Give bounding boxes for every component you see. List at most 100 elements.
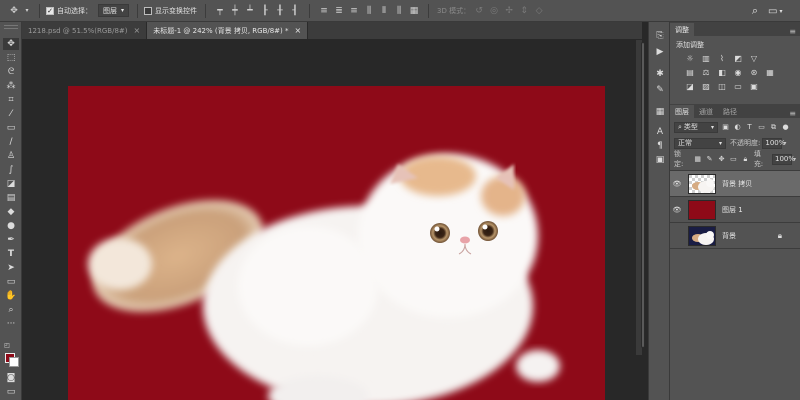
tab-channels[interactable]: 通道 xyxy=(694,105,718,118)
selective-color-icon[interactable]: ▣ xyxy=(748,82,760,92)
lock-position-icon[interactable]: ✥ xyxy=(717,155,726,164)
chevron-down-icon[interactable]: ▾ xyxy=(783,140,786,147)
workspace-switcher[interactable]: ▭ ▾ xyxy=(768,4,794,18)
document-canvas[interactable] xyxy=(68,86,605,400)
lock-image-icon[interactable]: ✎ xyxy=(705,155,714,164)
eye-icon[interactable]: 👁︎ xyxy=(670,180,684,188)
blend-mode-dropdown[interactable]: 正常 ▾ xyxy=(674,137,726,149)
show-transform-checkbox[interactable]: 显示变换控件 xyxy=(144,6,197,16)
character-icon[interactable]: A xyxy=(653,126,667,138)
align-hcenter-icon[interactable]: ╂ xyxy=(274,5,286,17)
align-vcenter-icon[interactable]: ┿ xyxy=(229,5,241,17)
align-bottom-icon[interactable]: ┷ xyxy=(244,5,256,17)
filter-shape-icon[interactable]: ▭ xyxy=(757,123,766,132)
auto-select-dropdown[interactable]: 图层 ▾ xyxy=(98,4,130,17)
curves-icon[interactable]: ⌇ xyxy=(716,54,728,64)
brush-tool-icon[interactable]: ∕ xyxy=(3,136,19,148)
filter-type-icon[interactable]: T xyxy=(745,123,754,132)
exposure-icon[interactable]: ◩ xyxy=(732,54,744,64)
filter-smart-icon[interactable]: ⧉ xyxy=(769,123,778,132)
scrollbar-thumb[interactable] xyxy=(641,42,645,348)
default-colors-icon[interactable]: ◰ xyxy=(3,340,11,352)
layer-row-background[interactable]: 背景 🔒︎ xyxy=(670,223,800,249)
clone-source-icon[interactable]: ▦ xyxy=(653,106,667,118)
vibrance-icon[interactable]: ▽ xyxy=(748,54,760,64)
close-icon[interactable]: × xyxy=(134,26,141,35)
panel-menu-icon[interactable]: ≡ xyxy=(789,27,796,36)
tab-adjustments[interactable]: 调整 xyxy=(670,23,694,36)
layer-row-background-copy[interactable]: 👁︎ 背景 拷贝 xyxy=(670,171,800,197)
slide-3d-icon[interactable]: ⇕ xyxy=(518,5,530,17)
panel-grip[interactable] xyxy=(4,25,18,29)
hand-tool-icon[interactable]: ✋ xyxy=(3,290,19,302)
roll-3d-icon[interactable]: ◎ xyxy=(488,5,500,17)
quick-mask-icon[interactable]: ◙ xyxy=(3,372,19,384)
more-tools-icon[interactable]: ··· xyxy=(3,318,19,330)
zoom-tool-icon[interactable]: ⌕ xyxy=(3,304,19,316)
tab-document-untitled[interactable]: 未标题-1 @ 242% (背景 拷贝, RGB/8#) * × xyxy=(147,22,309,39)
gradient-map-icon[interactable]: ▭ xyxy=(732,82,744,92)
lasso-tool-icon[interactable]: ᘓ xyxy=(3,66,19,78)
actions-play-icon[interactable]: ▶ xyxy=(653,46,667,58)
paragraph-icon[interactable]: ¶ xyxy=(653,140,667,152)
color-balance-icon[interactable]: ⚖ xyxy=(700,68,712,78)
orbit-3d-icon[interactable]: ↺ xyxy=(473,5,485,17)
brushes-icon[interactable]: ✎ xyxy=(653,84,667,96)
distribute-vcenter-icon[interactable]: ≣ xyxy=(333,5,345,17)
align-right-icon[interactable]: ┨ xyxy=(289,5,301,17)
marquee-tool-icon[interactable]: ⬚ xyxy=(3,52,19,64)
posterize-icon[interactable]: ▨ xyxy=(700,82,712,92)
auto-select-checkbox[interactable]: ✓ 自动选择： xyxy=(46,6,92,16)
layer-row-layer-1[interactable]: 👁︎ 图层 1 xyxy=(670,197,800,223)
close-icon[interactable]: × xyxy=(295,26,302,35)
tab-paths[interactable]: 路径 xyxy=(718,105,742,118)
lock-artboard-icon[interactable]: ▭ xyxy=(729,155,738,164)
healing-brush-tool-icon[interactable]: ▭ xyxy=(3,122,19,134)
filter-toggle-icon[interactable]: ● xyxy=(781,123,790,132)
brightness-icon[interactable]: ☼ xyxy=(684,54,696,64)
tab-document-1218[interactable]: 1218.psd @ 51.5%(RGB/8#) × xyxy=(22,22,148,39)
black-white-icon[interactable]: ◧ xyxy=(716,68,728,78)
photo-filter-icon[interactable]: ◉ xyxy=(732,68,744,78)
distribute-left-icon[interactable]: ⫼ xyxy=(363,5,375,17)
move-tool-icon[interactable]: ✥ xyxy=(3,38,19,50)
background-color-swatch[interactable] xyxy=(9,357,19,367)
levels-icon[interactable]: ▥ xyxy=(700,54,712,64)
align-left-icon[interactable]: ┠ xyxy=(259,5,271,17)
pen-tool-icon[interactable]: ✒ xyxy=(3,234,19,246)
brush-settings-icon[interactable]: ✱ xyxy=(653,68,667,80)
glyphs-icon[interactable]: ▣ xyxy=(653,154,667,166)
tab-layers[interactable]: 图层 xyxy=(670,105,694,118)
type-tool-icon[interactable]: T xyxy=(3,248,19,260)
path-select-tool-icon[interactable]: ➤ xyxy=(3,262,19,274)
chevron-down-icon[interactable]: ▾ xyxy=(23,5,31,17)
distribute-hcenter-icon[interactable]: ⫴ xyxy=(378,5,390,17)
eye-icon[interactable]: 👁︎ xyxy=(670,206,684,214)
invert-icon[interactable]: ◪ xyxy=(684,82,696,92)
threshold-icon[interactable]: ◫ xyxy=(716,82,728,92)
history-icon[interactable]: ⎘ xyxy=(653,30,667,42)
opacity-input[interactable]: 100% xyxy=(762,137,785,149)
color-lookup-icon[interactable]: ▦ xyxy=(764,68,776,78)
eyedropper-tool-icon[interactable]: ⁄ xyxy=(3,108,19,120)
fill-input[interactable]: 100% xyxy=(772,153,795,165)
distribute-bottom-icon[interactable]: ≡ xyxy=(348,5,360,17)
lock-transparent-icon[interactable]: ▦ xyxy=(693,155,702,164)
rectangle-tool-icon[interactable]: ▭ xyxy=(3,276,19,288)
blur-tool-icon[interactable]: ◆ xyxy=(3,206,19,218)
align-top-icon[interactable]: ┯ xyxy=(214,5,226,17)
scale-3d-icon[interactable]: ◇ xyxy=(533,5,545,17)
search-icon[interactable]: ⌕ xyxy=(748,4,762,18)
lock-all-icon[interactable]: 🔒︎ xyxy=(741,155,750,164)
eraser-tool-icon[interactable]: ◪ xyxy=(3,178,19,190)
gradient-tool-icon[interactable]: ▤ xyxy=(3,192,19,204)
canvas-scrollbar[interactable] xyxy=(636,40,645,355)
lock-icon[interactable]: 🔒︎ xyxy=(778,231,782,241)
filter-pixel-icon[interactable]: ▣ xyxy=(721,123,730,132)
filter-adjustment-icon[interactable]: ◐ xyxy=(733,123,742,132)
distribute-right-icon[interactable]: ⫼ xyxy=(393,5,405,17)
auto-align-icon[interactable]: ▦ xyxy=(408,5,420,17)
quick-select-tool-icon[interactable]: ⁂ xyxy=(3,80,19,92)
layer-filter-dropdown[interactable]: ⌕ 类型 ▾ xyxy=(674,121,718,133)
channel-mixer-icon[interactable]: ⊛ xyxy=(748,68,760,78)
